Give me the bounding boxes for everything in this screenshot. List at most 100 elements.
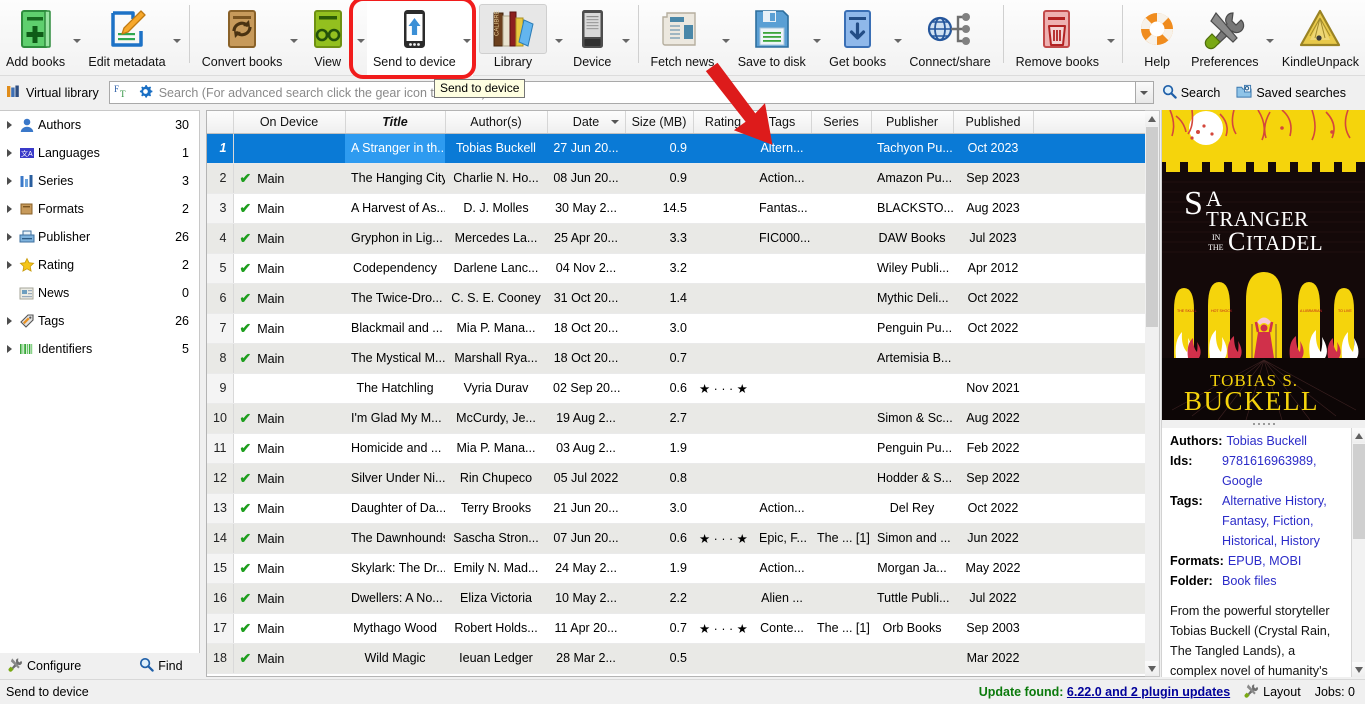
details-panel-scrollbar[interactable]: [1351, 428, 1365, 677]
expand-triangle-icon[interactable]: [2, 121, 16, 129]
table-row[interactable]: 15 ✔ Main Skylark: The Dr... Emily N. Mad...…: [207, 553, 1159, 584]
table-row[interactable]: 1 A Stranger in th... Tobias Buckell 27 Jun…: [207, 133, 1159, 164]
details-scroll-down-button[interactable]: [1352, 662, 1365, 677]
table-row[interactable]: 17 ✔ Main Mythago Wood Robert Holds... 11 Apr…: [207, 613, 1159, 644]
find-button[interactable]: Find: [131, 657, 190, 675]
search-input[interactable]: F T Search (For advanced search click th…: [108, 81, 1136, 104]
table-row[interactable]: 2 ✔ Main The Hanging City Charlie N. Ho... 08…: [207, 163, 1159, 194]
detail-value-folder[interactable]: Book files: [1222, 571, 1277, 591]
table-row[interactable]: 3 ✔ Main A Harvest of As... D. J. Molles 30 M…: [207, 193, 1159, 224]
col-header-title[interactable]: Title: [345, 111, 446, 134]
toolbar-button-remove-books[interactable]: Remove books: [1010, 0, 1105, 76]
expand-triangle-icon[interactable]: [2, 177, 16, 185]
remove-books-dropdown-arrow[interactable]: [1105, 0, 1116, 76]
category-sidebar[interactable]: Authors 30 文A Languages 1 Series 3 Forma…: [0, 110, 200, 655]
detail-value-formats[interactable]: EPUB, MOBI: [1228, 551, 1301, 571]
device-dropdown-arrow[interactable]: [620, 0, 631, 76]
expand-triangle-icon[interactable]: [2, 149, 16, 157]
toolbar-button-get-books[interactable]: Get books: [823, 0, 892, 76]
preferences-dropdown-arrow[interactable]: [1265, 0, 1276, 76]
table-vertical-scrollbar[interactable]: [1145, 110, 1160, 677]
convert-books-dropdown-arrow[interactable]: [288, 0, 299, 76]
col-header-size[interactable]: Size (MB): [625, 111, 694, 134]
sidebar-item-news[interactable]: News 0: [0, 279, 199, 307]
scroll-up-button[interactable]: [1145, 111, 1159, 126]
sidebar-item-languages[interactable]: 文A Languages 1: [0, 139, 199, 167]
toolbar-button-edit-metadata[interactable]: Edit metadata: [82, 0, 171, 76]
toolbar-button-library[interactable]: CALIBRE Library: [473, 0, 553, 76]
table-row[interactable]: 8 ✔ Main The Mystical M... Marshall Rya... 18…: [207, 343, 1159, 374]
col-header-authors[interactable]: Author(s): [445, 111, 548, 134]
details-scroll-up-button[interactable]: [1352, 428, 1365, 443]
expand-triangle-icon[interactable]: [2, 317, 16, 325]
saved-searches-button[interactable]: Saved searches: [1228, 84, 1354, 102]
expand-triangle-icon[interactable]: [2, 261, 16, 269]
toolbar-button-fetch-news[interactable]: Fetch news: [644, 0, 720, 76]
toolbar-button-convert-books[interactable]: Convert books: [196, 0, 289, 76]
edit-metadata-dropdown-arrow[interactable]: [172, 0, 183, 76]
col-header-on-device[interactable]: On Device: [233, 111, 346, 134]
add-books-dropdown-arrow[interactable]: [71, 0, 82, 76]
toolbar-button-kindleunpack[interactable]: KindleUnpack: [1276, 0, 1365, 76]
table-row[interactable]: 11 ✔ Main Homicide and ... Mia P. Mana... 03 …: [207, 433, 1159, 464]
table-row[interactable]: 4 ✔ Main Gryphon in Lig... Mercedes La... 25 …: [207, 223, 1159, 254]
detail-value-tags[interactable]: Alternative History, Fantasy, Fiction, H…: [1222, 491, 1359, 551]
search-history-dropdown[interactable]: [1135, 81, 1154, 104]
sidebar-item-authors[interactable]: Authors 30: [0, 111, 199, 139]
configure-button[interactable]: Configure: [0, 657, 89, 675]
sidebar-item-formats[interactable]: Formats 2: [0, 195, 199, 223]
toolbar-button-connect-share[interactable]: Connect/share: [903, 0, 996, 76]
toolbar-button-device[interactable]: Device: [564, 0, 620, 76]
fetch-news-dropdown-arrow[interactable]: [720, 0, 731, 76]
send-to-device-dropdown-arrow[interactable]: [461, 0, 473, 76]
gear-icon[interactable]: [138, 84, 153, 102]
virtual-library-button[interactable]: Virtual library: [0, 84, 109, 102]
expand-triangle-icon[interactable]: [2, 205, 16, 213]
search-button[interactable]: Search: [1154, 84, 1229, 102]
toolbar-button-view[interactable]: View: [300, 0, 356, 76]
expand-triangle-icon[interactable]: [2, 233, 16, 241]
detail-value-authors[interactable]: Tobias Buckell: [1226, 431, 1307, 451]
col-header-date[interactable]: Date: [547, 111, 626, 134]
table-row[interactable]: 14 ✔ Main The Dawnhounds Sascha Stron... 07 J…: [207, 523, 1159, 554]
update-notification[interactable]: Update found: 6.22.0 and 2 plugin update…: [979, 685, 1230, 699]
col-header-publisher[interactable]: Publisher: [871, 111, 954, 134]
col-header-tags[interactable]: Tags: [753, 111, 812, 134]
ft-icon[interactable]: F T: [114, 83, 132, 103]
table-row[interactable]: 16 ✔ Main Dwellers: A No... Eliza Victoria 10…: [207, 583, 1159, 614]
expand-triangle-icon[interactable]: [2, 345, 16, 353]
table-row[interactable]: 18 ✔ Main Wild Magic Ieuan Ledger 28 Mar 2...…: [207, 643, 1159, 674]
table-row[interactable]: 6 ✔ Main The Twice-Dro... C. S. E. Cooney 31 …: [207, 283, 1159, 314]
panel-splitter-handle[interactable]: [1162, 420, 1365, 428]
sidebar-item-tags[interactable]: Tags 26: [0, 307, 199, 335]
update-link[interactable]: 6.22.0 and 2 plugin updates: [1067, 685, 1230, 699]
table-row[interactable]: 10 ✔ Main I'm Glad My M... McCurdy, Je... 19 …: [207, 403, 1159, 434]
sidebar-item-identifiers[interactable]: Identifiers 5: [0, 335, 199, 363]
toolbar-button-send-to-device[interactable]: Send to device: [366, 0, 462, 76]
scrollbar-thumb[interactable]: [1146, 127, 1158, 327]
detail-value-ids[interactable]: 9781616963989, Google: [1222, 451, 1359, 491]
col-header-series[interactable]: Series: [811, 111, 872, 134]
table-row[interactable]: 12 ✔ Main Silver Under Ni... Rin Chupeco 05 J…: [207, 463, 1159, 494]
toolbar-button-preferences[interactable]: Preferences: [1185, 0, 1264, 76]
table-row[interactable]: 7 ✔ Main Blackmail and ... Mia P. Mana... 18 …: [207, 313, 1159, 344]
jobs-indicator[interactable]: Jobs: 0: [1315, 685, 1355, 699]
save-to-disk-dropdown-arrow[interactable]: [812, 0, 823, 76]
book-cover-image[interactable]: S A TRANGER IN THE C ITADEL THE SKULL HO…: [1162, 110, 1365, 420]
get-books-dropdown-arrow[interactable]: [892, 0, 903, 76]
table-row[interactable]: 9 The Hatchling Vyria Durav 02 Sep 20... 0.6…: [207, 373, 1159, 404]
sidebar-item-publisher[interactable]: Publisher 26: [0, 223, 199, 251]
view-dropdown-arrow[interactable]: [356, 0, 367, 76]
book-list-table[interactable]: On Device Title Author(s) Date Size (MB)…: [206, 110, 1160, 677]
toolbar-button-help[interactable]: Help: [1129, 0, 1185, 76]
toolbar-button-add-books[interactable]: Add books: [0, 0, 71, 76]
toolbar-button-save-to-disk[interactable]: Save to disk: [732, 0, 812, 76]
sidebar-item-rating[interactable]: Rating 2: [0, 251, 199, 279]
layout-button[interactable]: Layout: [1244, 683, 1301, 701]
col-header-rating[interactable]: Rating: [693, 111, 754, 134]
table-row[interactable]: 5 ✔ Main Codependency Darlene Lanc... 04 Nov …: [207, 253, 1159, 284]
sidebar-item-series[interactable]: Series 3: [0, 167, 199, 195]
scroll-down-button[interactable]: [1145, 661, 1158, 676]
details-scrollbar-thumb[interactable]: [1353, 444, 1365, 539]
col-header-published[interactable]: Published: [953, 111, 1034, 134]
